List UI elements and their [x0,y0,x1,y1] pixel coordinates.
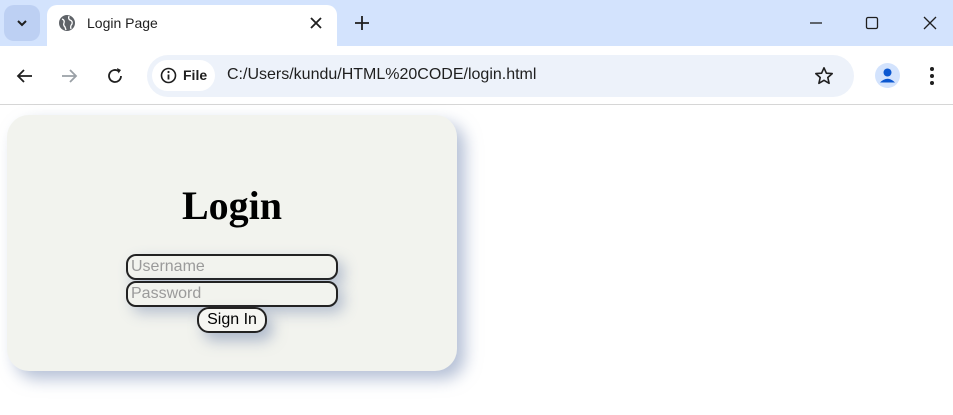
minimize-button[interactable] [806,13,826,33]
back-button[interactable] [14,65,36,87]
page-title: Login [181,183,283,228]
plus-icon [355,16,369,30]
star-icon[interactable] [814,66,834,86]
sign-in-button[interactable]: Sign In [197,307,267,333]
tab-close-button[interactable] [307,14,325,32]
site-chip-label: File [183,67,208,83]
info-icon [160,67,177,84]
url-text[interactable]: C:/Users/kundu/HTML%20CODE/login.html [227,66,536,84]
username-input[interactable] [126,254,338,280]
globe-icon [59,15,75,31]
profile-button[interactable] [875,63,900,88]
browser-menu-button[interactable] [922,65,942,87]
person-icon [880,68,895,83]
kebab-menu-icon [930,67,934,85]
close-icon [310,17,322,29]
reload-icon [108,68,122,83]
arrow-left-icon [16,69,32,83]
site-info-chip[interactable]: File [152,60,215,91]
tab-login-page[interactable]: Login Page [47,5,337,46]
tab-title: Login Page [87,15,158,31]
maximize-button[interactable] [862,13,882,33]
login-card: Login Sign In [7,115,457,371]
reload-button[interactable] [104,65,126,87]
maximize-icon [865,16,879,30]
close-window-icon [923,16,937,30]
tab-search-button[interactable] [4,5,40,41]
forward-button[interactable] [58,65,80,87]
address-bar[interactable]: File C:/Users/kundu/HTML%20CODE/login.ht… [147,55,854,97]
new-tab-button[interactable] [352,13,372,33]
password-input[interactable] [126,281,338,307]
minimize-icon [810,22,822,24]
arrow-right-icon [62,69,78,83]
chevron-down-icon [17,20,27,27]
browser-toolbar: File C:/Users/kundu/HTML%20CODE/login.ht… [0,46,953,105]
tab-strip: Login Page [0,0,953,46]
close-window-button[interactable] [920,13,940,33]
